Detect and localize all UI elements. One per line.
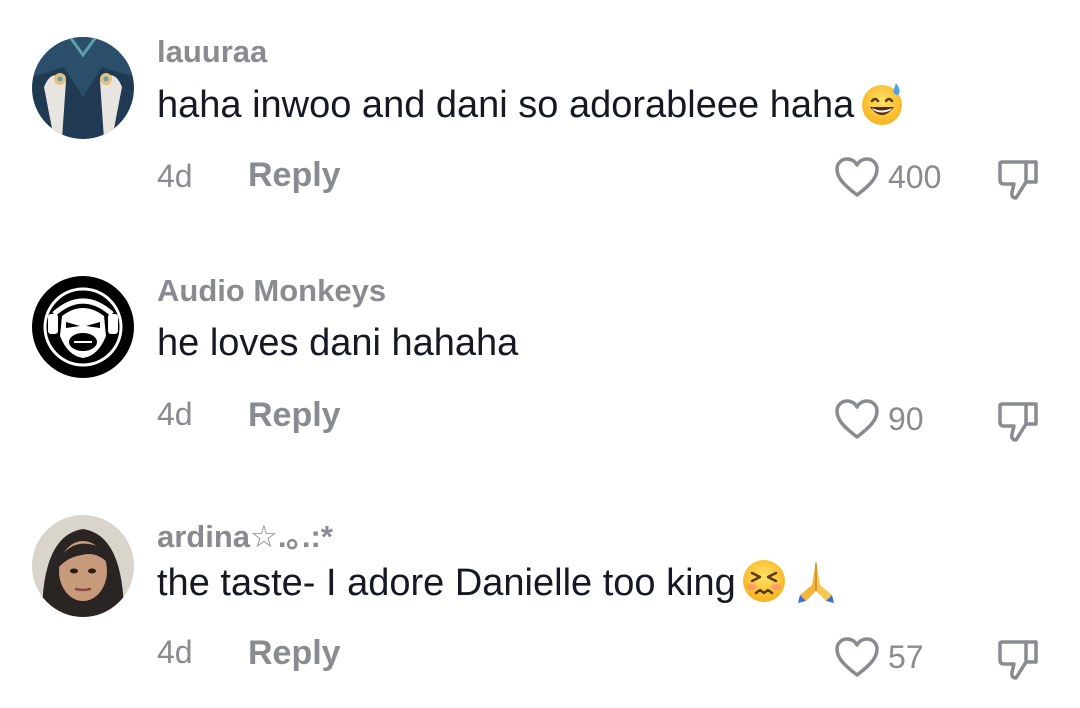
comment-text: haha inwoo and dani so adorableee haha [157, 82, 906, 128]
comment-text-content: he loves dani hahaha [157, 322, 519, 364]
like-button[interactable]: 57 [834, 634, 924, 680]
avatar-image [32, 37, 134, 139]
thumbs-down-icon [998, 160, 1038, 200]
comment-username[interactable]: ardina☆.｡.:* [157, 511, 333, 556]
dislike-button[interactable] [994, 396, 1042, 444]
grinning-sweat-emoji-icon [858, 79, 906, 127]
like-count: 400 [888, 158, 942, 195]
comment-time: 4d [157, 634, 193, 670]
reply-button[interactable]: Reply [248, 634, 341, 673]
like-count: 57 [888, 638, 924, 675]
comment-item: Audio Monkeys he loves dani hahaha 4d Re… [0, 240, 1080, 470]
comment-text: he loves dani hahaha [157, 320, 518, 366]
comment-text-content: the taste- I adore Danielle too king [157, 562, 736, 604]
reply-button[interactable]: Reply [248, 396, 341, 435]
dislike-button[interactable] [994, 154, 1042, 202]
thumbs-down-icon [998, 402, 1038, 442]
like-button[interactable]: 90 [834, 396, 924, 442]
avatar[interactable] [32, 37, 134, 139]
comment-time: 4d [157, 396, 193, 432]
dislike-button[interactable] [994, 634, 1042, 682]
confounded-face-emoji-icon [740, 557, 788, 605]
comment-username[interactable]: Audio Monkeys [157, 273, 386, 309]
folded-hands-emoji-icon [792, 557, 840, 605]
heart-icon [835, 637, 879, 677]
comment-time: 4d [157, 158, 193, 194]
reply-button[interactable]: Reply [248, 156, 341, 195]
avatar-image [32, 515, 134, 617]
avatar[interactable] [32, 276, 134, 378]
comment-username[interactable]: lauuraa [157, 34, 267, 70]
heart-icon [835, 399, 879, 439]
heart-icon [835, 157, 879, 197]
like-button[interactable]: 400 [834, 154, 941, 200]
comment-text: the taste- I adore Danielle too king [157, 557, 840, 606]
comment-text-content: haha inwoo and dani so adorableee haha [157, 84, 855, 126]
comment-item: lauuraa haha inwoo and dani so adorablee… [0, 0, 1080, 230]
avatar[interactable] [32, 515, 134, 617]
comment-item: ardina☆.｡.:* the taste- I adore Danielle… [0, 478, 1080, 708]
thumbs-down-icon [998, 640, 1038, 680]
monkey-logo-avatar [32, 276, 134, 378]
like-count: 90 [888, 400, 924, 437]
